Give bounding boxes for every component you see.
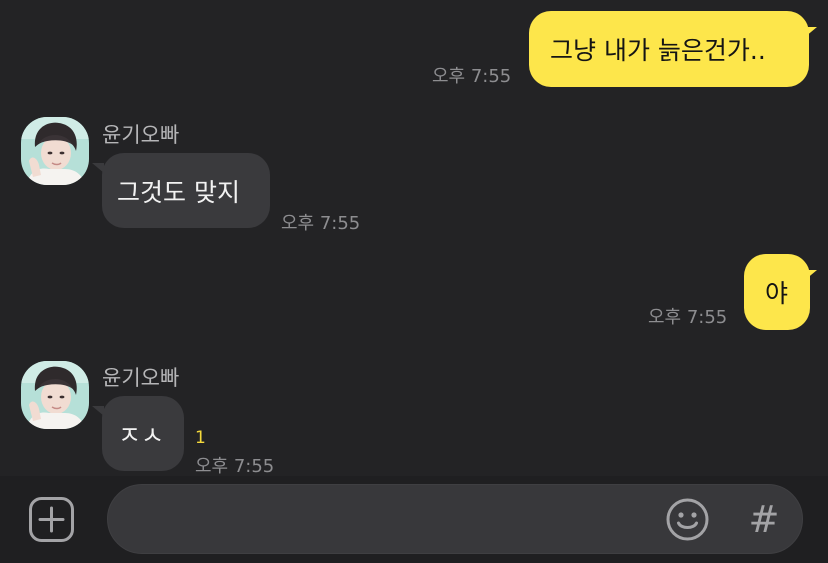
message-bubble[interactable]: ㅈㅅ [102,396,184,471]
message-time: 오후 7:55 [281,213,361,234]
avatar-image [21,117,89,185]
message-time: 오후 7:55 [648,307,728,328]
message-text: 그것도 맞지 [117,177,240,207]
sender-avatar[interactable] [21,361,89,429]
message-list[interactable]: 오후 7:55 그냥 내가 늙은건가.. 윤기오빠 그것도 맞지 오후 7:55… [0,0,828,476]
sender-name: 윤기오빠 [102,366,180,390]
avatar-image [21,361,89,429]
chat-screen: 오후 7:55 그냥 내가 늙은건가.. 윤기오빠 그것도 맞지 오후 7:55… [0,0,828,563]
sender-name: 윤기오빠 [102,123,180,147]
message-bubble[interactable]: 그것도 맞지 [102,153,270,228]
message-bubble[interactable]: 그냥 내가 늙은건가.. [529,11,809,87]
message-text: 야 [765,279,789,308]
hash-icon[interactable]: # [744,498,784,541]
sender-avatar[interactable] [21,117,89,185]
bubble-tail [805,27,817,37]
message-time: 오후 7:55 [432,66,512,87]
message-time: 오후 7:55 [195,456,275,476]
unread-count: 1 [195,428,206,448]
bubble-tail [805,270,817,280]
message-text: 그냥 내가 늙은건가.. [550,36,766,65]
message-bubble[interactable]: 야 [744,254,810,330]
message-text: ㅈㅅ [118,420,165,450]
message-input-bar: # [0,476,828,563]
plus-icon[interactable] [29,497,74,542]
smiley-icon[interactable] [666,498,709,541]
